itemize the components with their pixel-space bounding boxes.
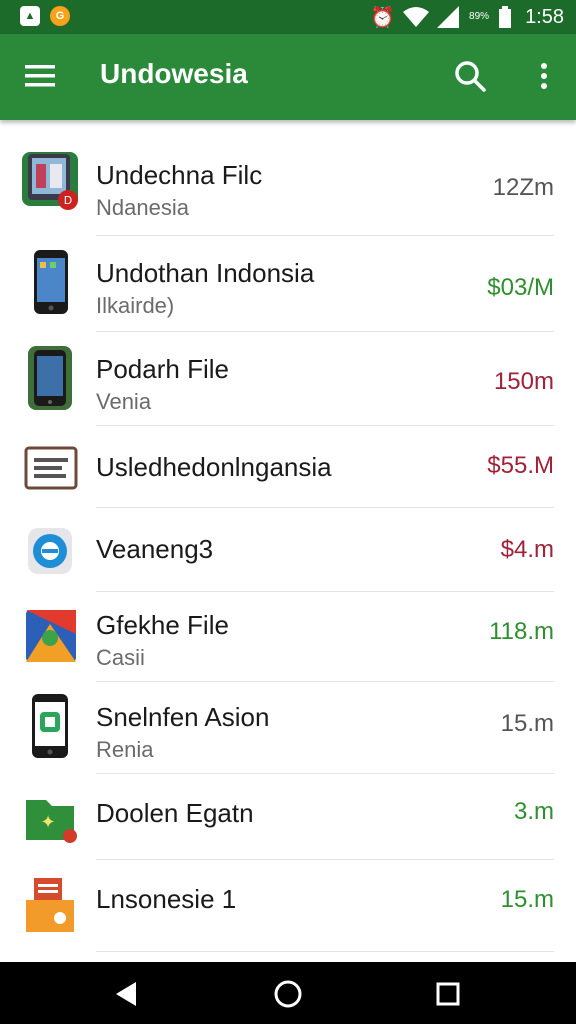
colorful-app-icon (26, 610, 76, 662)
list-item[interactable]: ✦ Doolen Egatn 3.m (0, 774, 576, 860)
orange-folder-icon (26, 878, 74, 932)
alarm-icon: ⏰ (370, 6, 396, 29)
search-button[interactable] (450, 56, 490, 96)
file-size: 15.m (500, 886, 554, 913)
menu-button[interactable] (20, 56, 60, 96)
system-icons: ⏰ 89% 1:58 (370, 4, 564, 30)
search-icon (455, 61, 486, 92)
app-bar: Undowesia (0, 34, 576, 120)
list-item[interactable]: Undothan Indonsia Ilkairde) $03/M (0, 236, 576, 332)
app-notification-icon: G (50, 6, 70, 26)
clock: 1:58 (525, 5, 564, 28)
file-subtitle: Ndanesia (96, 195, 189, 220)
phone-icon (34, 250, 68, 314)
file-size: $03/M (487, 274, 554, 301)
file-size: $55.M (487, 452, 554, 479)
battery-percent: 89% (469, 11, 490, 22)
file-title: Undechna Filc (96, 160, 263, 190)
file-title: Undothan Indonsia (96, 258, 315, 288)
svg-text:D: D (64, 194, 72, 207)
file-size: 150m (493, 368, 554, 395)
battery-icon (499, 6, 512, 28)
phone-app-icon (32, 694, 68, 758)
file-title: Lnsonesie 1 (96, 884, 237, 914)
more-vert-icon (541, 63, 547, 89)
list-item[interactable]: Veaneng3 $4.m (0, 508, 576, 592)
image-notification-icon: ▲ (20, 6, 40, 26)
file-title: Snelnfen Asion (96, 702, 270, 732)
file-title: Usledhedonlngansia (96, 452, 332, 482)
file-subtitle: Casii (96, 645, 145, 670)
file-title: Podarh File (96, 354, 229, 384)
menu-icon (25, 65, 55, 87)
file-size: $4.m (500, 536, 554, 563)
file-size: 118.m (489, 618, 554, 645)
divider (96, 951, 554, 952)
circle-app-icon (28, 528, 72, 574)
signal-icon (437, 6, 460, 28)
list-item[interactable]: Lnsonesie 1 15.m (0, 860, 576, 952)
recents-icon (436, 982, 460, 1006)
green-folder-icon: ✦ (26, 800, 77, 843)
file-subtitle: Ilkairde) (96, 293, 175, 318)
file-title: Veaneng3 (96, 534, 214, 564)
file-size: 3.m (513, 798, 554, 825)
phone-case-icon (28, 346, 72, 410)
back-icon (116, 982, 136, 1006)
svg-text:✦: ✦ (40, 812, 55, 833)
list-item[interactable]: Usledhedonlngansia $55.M (0, 426, 576, 508)
app-title: Undowesia (100, 58, 248, 89)
list-item[interactable]: Gfekhe File Casii 118.m (0, 592, 576, 682)
file-subtitle: Venia (96, 389, 152, 414)
file-title: Doolen Egatn (96, 798, 254, 828)
system-navigation-bar (0, 962, 576, 1024)
file-size: 12Zm (492, 174, 554, 201)
list-item[interactable]: Podarh File Venia 150m (0, 332, 576, 426)
back-button[interactable] (106, 974, 146, 1014)
list-item[interactable]: Snelnfen Asion Renia 15.m (0, 682, 576, 774)
document-icon (24, 446, 78, 490)
tablet-app-icon: D (22, 152, 78, 210)
more-options-button[interactable] (524, 56, 564, 96)
list-item[interactable]: D Undechna Filc Ndanesia 12Zm (0, 128, 576, 236)
home-button[interactable] (268, 974, 308, 1014)
home-icon (274, 980, 302, 1008)
wifi-icon (403, 7, 430, 27)
file-size: 15.m (500, 710, 554, 737)
file-subtitle: Renia (96, 737, 154, 762)
notification-icons: ▲ G (20, 6, 70, 26)
file-title: Gfekhe File (96, 610, 229, 640)
recents-button[interactable] (428, 974, 468, 1014)
status-bar: ▲ G ⏰ 89% 1:58 (0, 0, 576, 34)
